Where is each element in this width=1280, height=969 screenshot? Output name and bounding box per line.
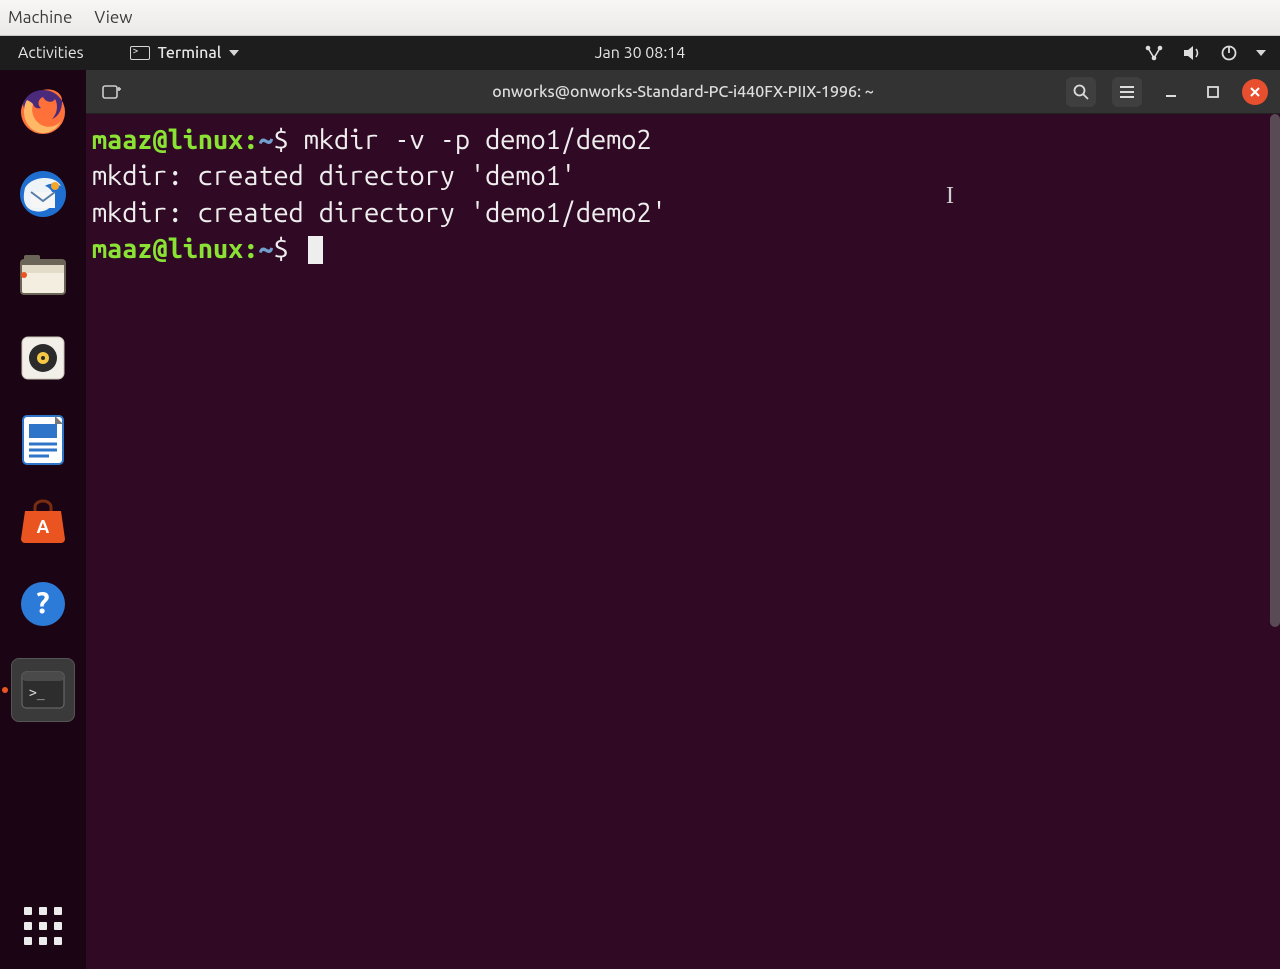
search-icon — [1072, 83, 1090, 101]
maximize-icon — [1205, 84, 1221, 100]
show-applications-button[interactable] — [22, 905, 64, 947]
terminal-body[interactable]: I maaz@linux:~$ mkdir -v -p demo1/demo2 … — [86, 114, 1280, 969]
rhythmbox-icon[interactable] — [15, 330, 71, 386]
thunderbird-icon[interactable] — [15, 166, 71, 222]
maximize-button[interactable] — [1200, 79, 1226, 105]
running-indicator — [21, 272, 27, 278]
running-indicator — [2, 687, 8, 693]
activities-button[interactable]: Activities — [18, 44, 84, 62]
terminal-line: maaz@linux:~$ mkdir -v -p demo1/demo2 — [92, 122, 1274, 158]
output-text: mkdir: created directory 'demo1/demo2' — [92, 198, 667, 228]
svg-text:>_: >_ — [29, 686, 45, 701]
clock[interactable]: Jan 30 08:14 — [595, 44, 686, 62]
status-area[interactable] — [1144, 44, 1266, 62]
new-tab-icon — [102, 83, 122, 101]
hamburger-icon — [1118, 85, 1136, 99]
minimize-button[interactable] — [1158, 79, 1184, 105]
svg-text:A: A — [37, 517, 50, 537]
ubuntu-software-icon[interactable]: A — [15, 494, 71, 550]
terminal-line: maaz@linux:~$ — [92, 231, 1274, 267]
dock: A ? >_ — [0, 70, 86, 969]
terminal-line: mkdir: created directory 'demo1/demo2' — [92, 195, 1274, 231]
power-icon — [1220, 44, 1238, 62]
app-menu-label: Terminal — [158, 44, 222, 62]
prompt-user: maaz@linux — [92, 234, 243, 264]
prompt-path: ~ — [258, 234, 273, 264]
vm-menu-view[interactable]: View — [94, 8, 132, 27]
prompt-path: ~ — [258, 125, 273, 155]
terminal-title: onworks@onworks-Standard-PC-i440FX-PIIX-… — [492, 83, 874, 101]
terminal-headerbar: onworks@onworks-Standard-PC-i440FX-PIIX-… — [86, 70, 1280, 114]
cursor-block — [308, 236, 323, 264]
firefox-icon[interactable] — [15, 84, 71, 140]
minimize-icon — [1163, 84, 1179, 100]
desktop: A ? >_ — [0, 70, 1280, 969]
vm-menubar: Machine View — [0, 0, 1280, 36]
text-cursor-ibeam-icon: I — [946, 180, 954, 212]
files-icon[interactable] — [15, 248, 71, 304]
output-text: mkdir: created directory 'demo1' — [92, 161, 576, 191]
terminal-line: mkdir: created directory 'demo1' — [92, 158, 1274, 194]
chevron-down-icon — [229, 50, 239, 56]
scrollbar[interactable] — [1270, 114, 1280, 627]
prompt-dollar: $ — [273, 125, 288, 155]
close-button[interactable] — [1242, 79, 1268, 105]
terminal-app-icon — [130, 46, 150, 60]
app-menu[interactable]: Terminal — [130, 44, 240, 62]
terminal-window: onworks@onworks-Standard-PC-i440FX-PIIX-… — [86, 70, 1280, 969]
chevron-down-icon — [1256, 50, 1266, 56]
close-icon — [1248, 85, 1262, 99]
gnome-topbar: Activities Terminal Jan 30 08:14 — [0, 36, 1280, 70]
prompt-user: maaz@linux — [92, 125, 243, 155]
help-icon[interactable]: ? — [15, 576, 71, 632]
search-button[interactable] — [1066, 77, 1096, 107]
volume-icon — [1182, 44, 1202, 62]
network-icon — [1144, 44, 1164, 62]
terminal-icon[interactable]: >_ — [11, 658, 75, 722]
libreoffice-writer-icon[interactable] — [15, 412, 71, 468]
svg-text:?: ? — [36, 585, 49, 619]
vm-menu-machine[interactable]: Machine — [8, 8, 72, 27]
menu-button[interactable] — [1112, 77, 1142, 107]
command-text: mkdir -v -p demo1/demo2 — [304, 125, 652, 155]
prompt-dollar: $ — [273, 234, 288, 264]
work-area: onworks@onworks-Standard-PC-i440FX-PIIX-… — [86, 70, 1280, 969]
new-tab-button[interactable] — [98, 78, 126, 106]
